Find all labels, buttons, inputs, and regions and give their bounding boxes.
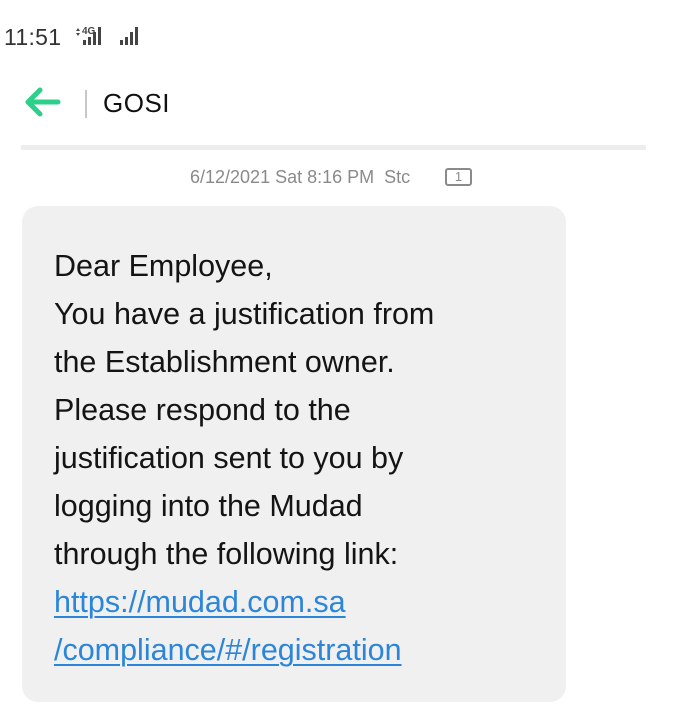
message-bubble[interactable]: Dear Employee, You have a justification … xyxy=(22,206,566,702)
message-line: through the following link: xyxy=(54,537,399,571)
message-line: Please respond to the xyxy=(54,393,351,427)
message-date: 6/12/2021 Sat 8:16 PM xyxy=(190,167,375,187)
header-divider xyxy=(85,90,87,118)
back-button[interactable] xyxy=(18,82,66,122)
signal-icon: 4G xyxy=(74,24,154,48)
sim-icon: 1 xyxy=(445,168,472,186)
message-timestamp: 6/12/2021 Sat 8:16 PM Stc xyxy=(190,167,410,188)
message-line: justification sent to you by xyxy=(54,441,404,475)
message-body: Dear Employee, You have a justification … xyxy=(54,242,554,674)
message-carrier: Stc xyxy=(384,167,411,187)
header-separator xyxy=(21,145,646,150)
conversation-title: GOSI xyxy=(103,88,171,118)
app-header: GOSI xyxy=(0,70,692,140)
message-link[interactable]: /compliance/#/registration xyxy=(54,626,554,674)
status-time: 11:51 xyxy=(4,24,62,50)
status-bar: 11:51 4G xyxy=(0,0,692,70)
message-line: logging into the Mudad xyxy=(54,489,363,523)
message-meta: 6/12/2021 Sat 8:16 PM Stc 1 xyxy=(0,165,692,191)
back-arrow-icon xyxy=(25,87,61,117)
message-line: the Establishment owner. xyxy=(54,345,395,379)
message-link[interactable]: https://mudad.com.sa xyxy=(54,578,554,626)
message-line: Dear Employee, xyxy=(54,249,273,283)
message-line: You have a justification from xyxy=(54,297,435,331)
